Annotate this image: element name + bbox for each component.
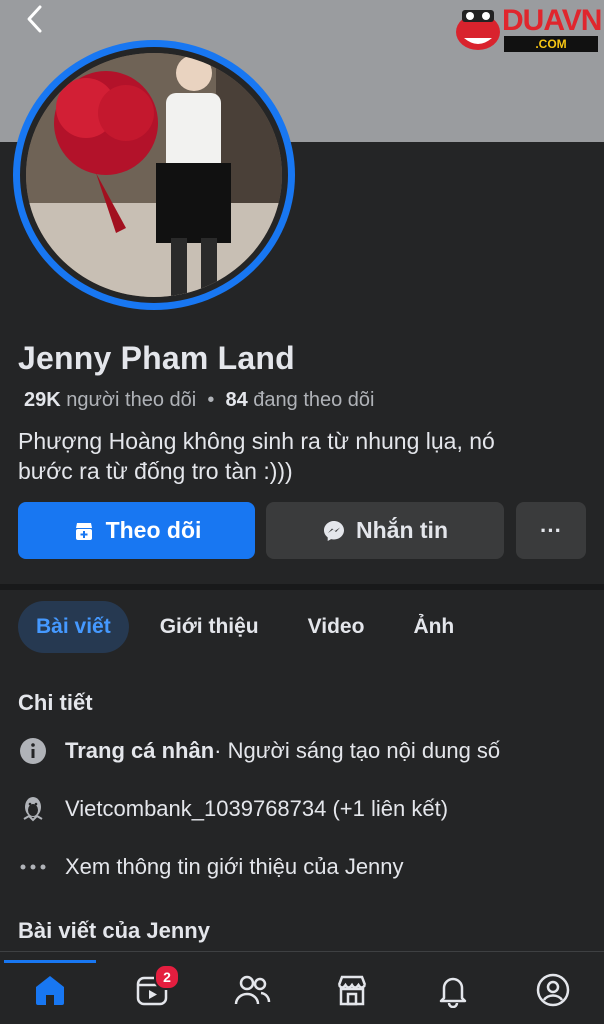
tab-videos[interactable]: Video: [290, 601, 383, 653]
home-icon: [36, 976, 64, 1005]
friends-icon: [234, 975, 271, 1005]
active-tab-indicator: [4, 960, 96, 963]
following-label[interactable]: đang theo dõi: [253, 389, 374, 411]
tab-photos[interactable]: Ảnh: [395, 601, 472, 653]
followers-count[interactable]: 29K: [24, 389, 61, 411]
posts-title: Bài viết của Jenny: [18, 918, 210, 943]
notifications-icon: [439, 977, 467, 1008]
profile-name: Jenny Pham Land: [18, 340, 295, 376]
message-button-label: Nhắn tin: [356, 517, 448, 543]
link-icon: [18, 794, 48, 824]
avatar-photo: [26, 53, 282, 297]
nav-notifications[interactable]: [431, 968, 475, 1012]
chevron-left-icon: [27, 5, 42, 33]
nav-marketplace[interactable]: [330, 968, 374, 1012]
follow-button-label: Theo dõi: [105, 517, 202, 543]
follow-page-icon: [75, 522, 92, 540]
profile-bio: Phượng Hoàng không sinh ra từ nhung lụa,…: [18, 426, 588, 486]
tab-about[interactable]: Giới thiệu: [142, 601, 277, 653]
follow-stats: 29K người theo dõi • 84 đang theo dõi: [24, 389, 375, 412]
logo-text: DUAVN: [502, 4, 602, 37]
back-button[interactable]: [20, 4, 50, 34]
following-count[interactable]: 84: [225, 389, 247, 411]
nav-home[interactable]: [28, 968, 72, 1012]
profile-tabs: Bài viết Giới thiệu Video Ảnh: [18, 601, 485, 653]
info-icon: [18, 736, 48, 766]
stats-separator: •: [207, 389, 215, 411]
followers-label[interactable]: người theo dõi: [66, 389, 196, 411]
details-title: Chi tiết: [18, 690, 93, 715]
page-category: · Người sáng tạo nội dung số: [214, 738, 501, 763]
see-about-text[interactable]: Xem thông tin giới thiệu của Jenny: [65, 854, 404, 880]
messenger-icon: [324, 520, 344, 541]
link-text[interactable]: Vietcombank_1039768734 (+1 liên kết): [65, 796, 448, 822]
profile-picture[interactable]: [13, 40, 295, 310]
bottom-nav: 2: [0, 952, 604, 1024]
profile-icon: [536, 973, 570, 1007]
bio-line-2: bước ra từ đống tro tàn :))): [18, 458, 293, 484]
nav-profile[interactable]: [531, 968, 575, 1012]
ellipsis-icon: [18, 852, 48, 882]
nav-video[interactable]: 2: [130, 964, 180, 1012]
section-divider: [0, 584, 604, 590]
follow-button[interactable]: Theo dõi: [18, 502, 255, 559]
message-button[interactable]: Nhắn tin: [266, 502, 504, 559]
tab-posts[interactable]: Bài viết: [18, 601, 129, 653]
more-options-button[interactable]: ···: [516, 502, 586, 559]
more-icon: ···: [540, 517, 562, 543]
detail-link[interactable]: Vietcombank_1039768734 (+1 liên kết): [18, 794, 448, 824]
bio-line-1: Phượng Hoàng không sinh ra từ nhung lụa,…: [18, 428, 495, 454]
video-badge: 2: [154, 964, 180, 990]
logo-subtext: .COM: [504, 36, 598, 52]
marketplace-icon: [337, 975, 367, 1006]
detail-see-about[interactable]: Xem thông tin giới thiệu của Jenny: [18, 852, 404, 882]
watermark-logo: DUAVN .COM: [450, 2, 602, 54]
detail-page-type: Trang cá nhân · Người sáng tạo nội dung …: [18, 736, 500, 766]
page-type-label: Trang cá nhân: [65, 738, 215, 763]
nav-friends[interactable]: [230, 968, 274, 1012]
